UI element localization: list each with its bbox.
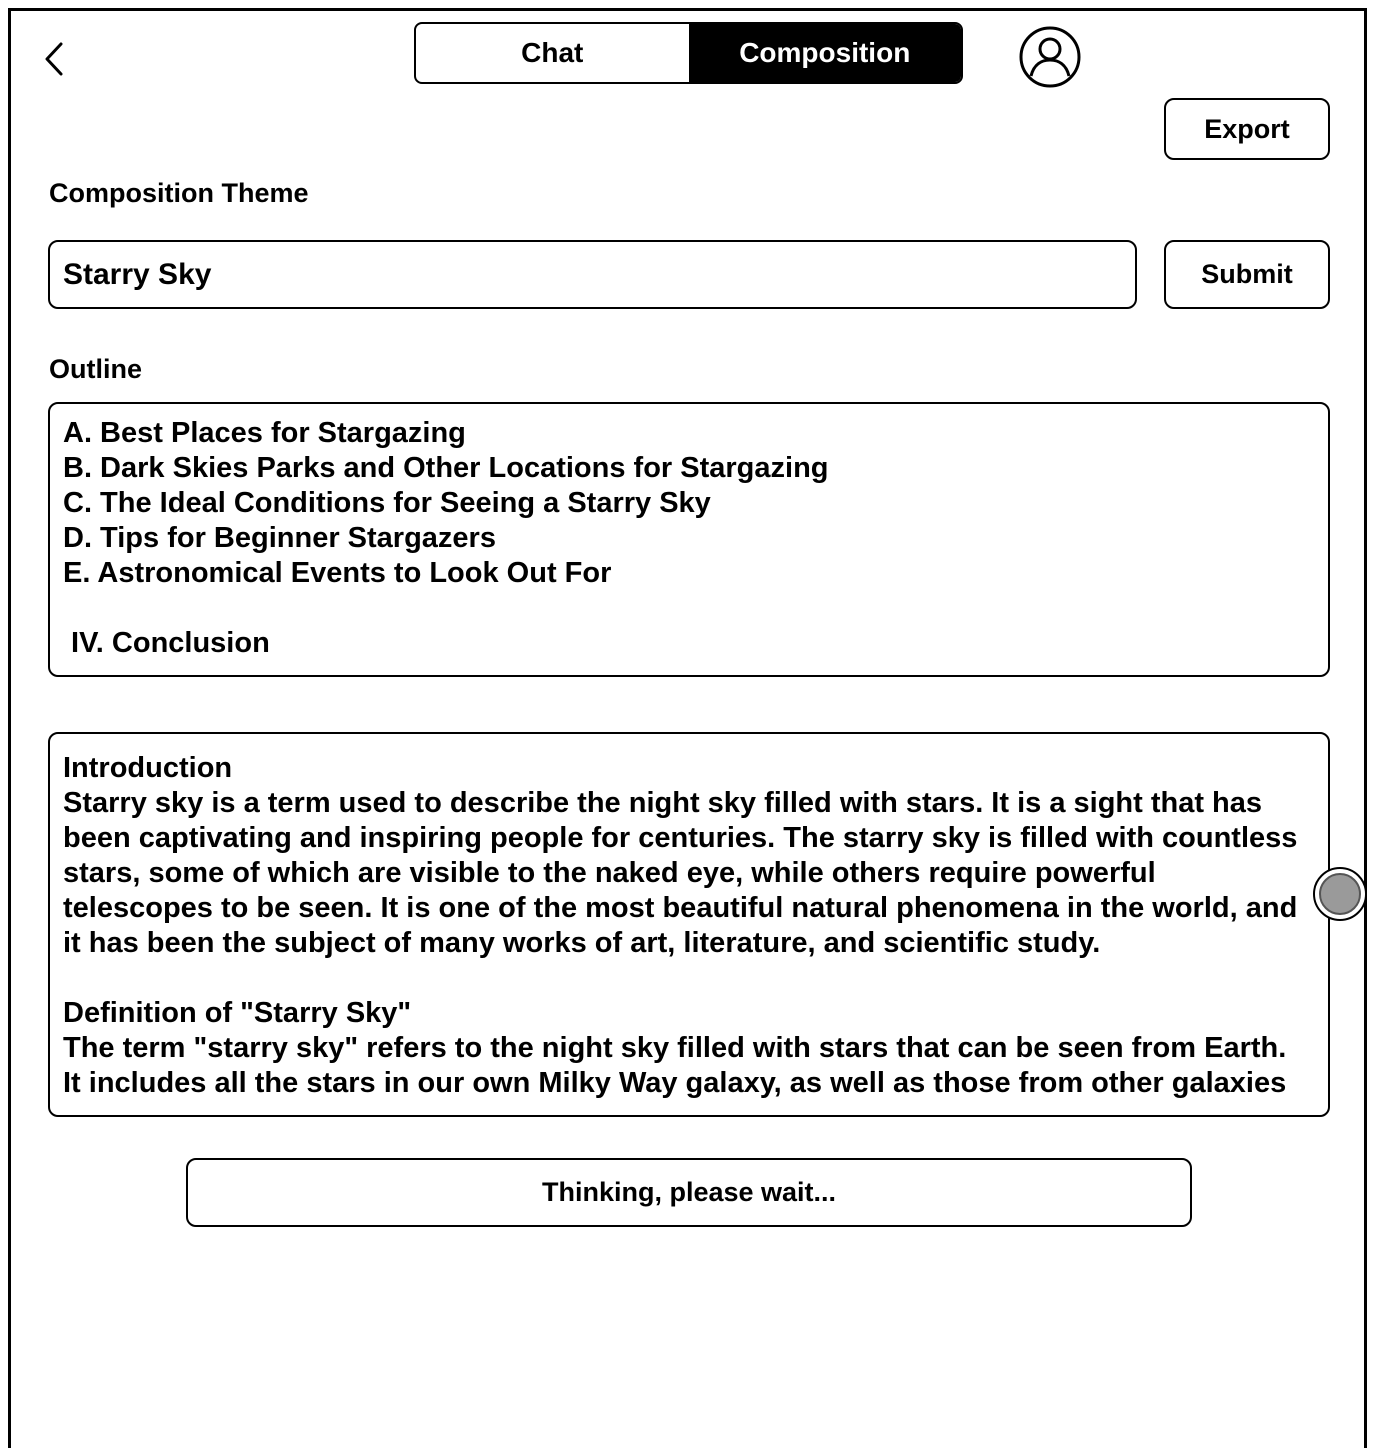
composition-textarea[interactable]: Introduction Starry sky is a term used t… [48, 732, 1330, 1117]
section-heading: Definition of "Starry Sky" [63, 997, 412, 1029]
submit-button[interactable]: Submit [1164, 240, 1330, 309]
scroll-handle[interactable] [1313, 867, 1367, 921]
user-icon [1019, 26, 1081, 88]
outline-line: E. Astronomical Events to Look Out For [63, 557, 612, 589]
app-frame [8, 8, 1367, 1448]
avatar[interactable] [1019, 26, 1081, 88]
thinking-status-button[interactable]: Thinking, please wait... [186, 1158, 1192, 1227]
section-heading: Introduction [63, 752, 233, 784]
outline-label: Outline [49, 354, 142, 384]
mode-tabs: Chat Composition [414, 22, 963, 84]
tab-chat[interactable]: Chat [416, 24, 689, 82]
outline-line: C. The Ideal Conditions for Seeing a Sta… [63, 487, 711, 519]
tab-composition[interactable]: Composition [688, 24, 961, 82]
outline-line: A. Best Places for Stargazing [63, 417, 466, 449]
back-button[interactable] [34, 34, 74, 84]
outline-textarea[interactable]: A. Best Places for Stargazing B. Dark Sk… [48, 402, 1330, 677]
theme-input[interactable] [48, 240, 1137, 309]
outline-line: B. Dark Skies Parks and Other Locations … [63, 452, 829, 484]
chevron-left-icon [45, 42, 63, 76]
outline-line: D. Tips for Beginner Stargazers [63, 522, 496, 554]
scroll-handle-knob [1319, 873, 1361, 915]
outline-blank-line [63, 591, 1315, 626]
theme-label: Composition Theme [49, 178, 309, 208]
outline-line: IV. Conclusion [63, 627, 270, 659]
section-body: Starry sky is a term used to describe th… [63, 787, 1298, 959]
section-body: The term "starry sky" refers to the nigh… [63, 1032, 1287, 1099]
export-button[interactable]: Export [1164, 98, 1330, 160]
